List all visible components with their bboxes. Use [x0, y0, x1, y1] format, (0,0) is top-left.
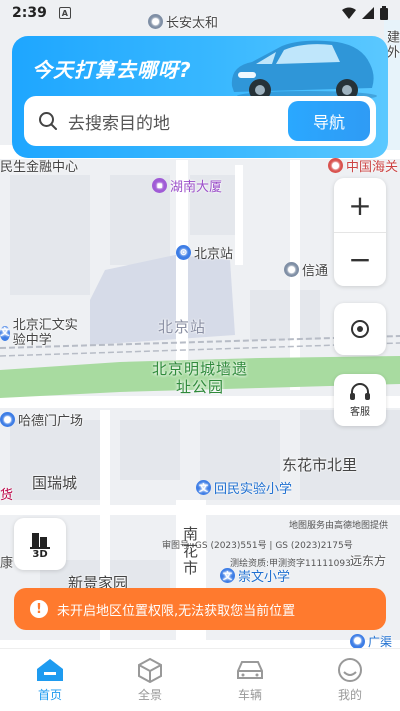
poi-hademen[interactable]: ● 哈德门广场: [0, 410, 83, 429]
locate-icon: [351, 320, 369, 338]
government-icon: ●: [328, 158, 343, 173]
review-number-label: 审图号:: [162, 541, 193, 551]
car-illustration-icon: [231, 40, 377, 101]
warning-icon: !: [30, 600, 48, 618]
poi-hunan[interactable]: ▪ 湖南大厦: [152, 176, 222, 195]
poi-xintong[interactable]: ● 信通: [284, 260, 328, 279]
zoom-divider: [334, 232, 386, 233]
nav-vehicle[interactable]: 车辆: [200, 649, 300, 711]
poi-guangqu[interactable]: ● 广渠: [350, 632, 392, 648]
status-bar: 2:39 A: [0, 0, 400, 26]
poi-huimin[interactable]: 文回民实验小学: [196, 478, 292, 497]
nav-mine[interactable]: 我的: [300, 649, 400, 711]
label-park: 北京明城墙遗址公园: [151, 360, 248, 396]
customer-service-button[interactable]: 客服: [334, 374, 386, 426]
warning-text: 未开启地区位置权限,无法获取您当前位置: [57, 603, 296, 619]
school-icon: 文: [196, 480, 211, 495]
location-icon: ●: [0, 412, 15, 427]
3d-label: 3D: [32, 548, 48, 560]
bottom-navigation: 首页 全景 车辆 我的: [0, 648, 400, 711]
nav-home-label: 首页: [37, 688, 62, 702]
search-header-card: 今天打算去哪呀? 去搜索目的地 导航: [12, 36, 388, 158]
search-box[interactable]: 去搜索目的地 导航: [24, 96, 376, 146]
map-attribution: 地图服务由高德地图提供: [288, 521, 388, 531]
nav-vehicle-label: 车辆: [237, 688, 262, 702]
wifi-icon: [342, 7, 356, 19]
train-icon: ⊙: [176, 245, 191, 260]
3d-toggle-button[interactable]: 3D: [14, 518, 66, 570]
label-nanhuashi: 南花市: [181, 526, 199, 577]
header-title: 今天打算去哪呀?: [32, 58, 192, 82]
label-station-area: 北京站: [158, 318, 207, 336]
zoom-out-button[interactable]: −: [334, 232, 386, 286]
location-permission-warning[interactable]: ! 未开启地区位置权限,无法获取您当前位置: [14, 588, 386, 630]
survey-license: 测绘资质:甲测资字11111093: [230, 559, 351, 569]
locate-button[interactable]: [334, 303, 386, 355]
cube-icon: [138, 657, 162, 683]
poi-huiwen[interactable]: 文北京汇文实验中学: [0, 318, 80, 348]
label-yuandongfang: 远东方: [350, 554, 387, 568]
location-icon: ●: [284, 262, 299, 277]
navigate-button[interactable]: 导航: [288, 101, 370, 141]
buildings-icon: [30, 532, 50, 549]
school-icon: 文: [0, 325, 10, 341]
poi-customs[interactable]: ● 中国海关: [328, 156, 398, 175]
nav-panorama-label: 全景: [137, 688, 162, 702]
gs-numbers: GS (2023)551号 | GS (2023)2175号: [194, 541, 353, 551]
nav-home[interactable]: 首页: [0, 649, 100, 711]
nav-panorama[interactable]: 全景: [100, 649, 200, 711]
label-donghuashi: 东花市北里: [282, 456, 358, 474]
zoom-controls: + −: [334, 178, 386, 286]
customer-service-label: 客服: [350, 407, 370, 418]
headset-icon: [350, 383, 370, 400]
battery-icon: [380, 6, 388, 20]
poi-minsheng[interactable]: 民生金融中心: [0, 156, 78, 175]
label-huo: 货: [0, 488, 14, 503]
search-placeholder[interactable]: 去搜索目的地: [68, 109, 170, 134]
location-icon: ●: [350, 633, 365, 648]
poi-beijing-station[interactable]: ⊙ 北京站: [176, 243, 233, 262]
home-icon: [37, 659, 63, 681]
map-license: 审图号: GS (2023)551号 | GS (2023)2175号: [162, 538, 353, 551]
status-icons: [342, 6, 388, 20]
notification-icon: A: [58, 7, 71, 19]
school-icon: 文: [220, 568, 235, 583]
label-dakang: 康: [0, 556, 14, 571]
hotel-icon: ▪: [152, 178, 167, 193]
nav-mine-label: 我的: [337, 688, 362, 702]
label-guorui: 国瑞城: [32, 474, 78, 492]
car-icon: [237, 661, 263, 679]
search-icon: [39, 112, 57, 130]
status-time: 2:39: [12, 5, 47, 21]
smile-icon: [338, 658, 362, 682]
zoom-in-button[interactable]: +: [334, 178, 386, 232]
signal-icon: [362, 7, 374, 19]
